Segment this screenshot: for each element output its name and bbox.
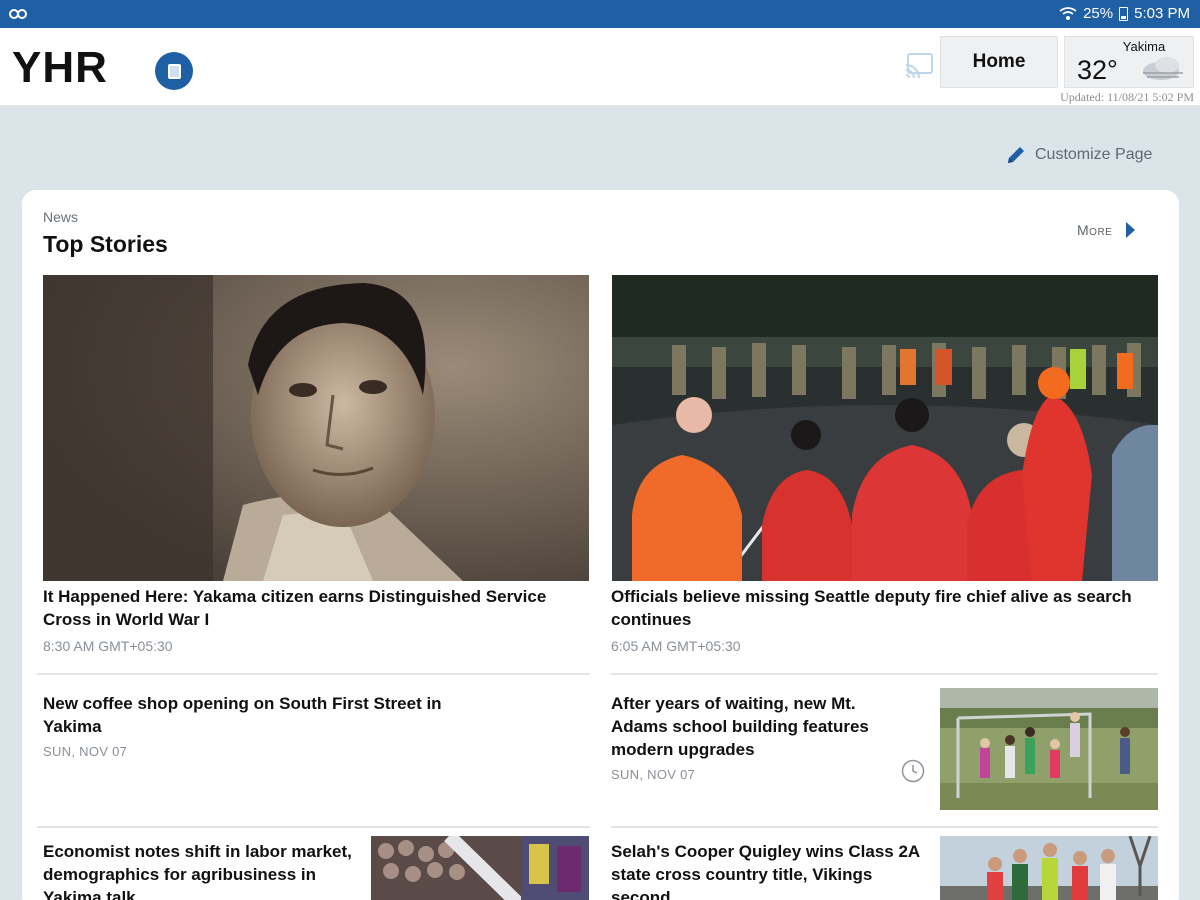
notification-icon [8, 6, 28, 26]
story-title[interactable]: After years of waiting, new Mt. Adams sc… [611, 692, 911, 761]
top-stories-card: News Top Stories More It Happened Here: … [22, 190, 1179, 900]
story-title[interactable]: It Happened Here: Yakama citizen earns D… [43, 585, 593, 631]
divider [37, 673, 590, 675]
story-item[interactable]: Officials believe missing Seattle deputy… [611, 585, 1141, 654]
weather-updated: Updated: 11/08/21 5:02 PM [1060, 90, 1194, 104]
more-link[interactable]: More [1077, 222, 1136, 238]
status-bar: 25% 5:03 PM [0, 0, 1200, 28]
story-item[interactable]: Economist notes shift in labor market, d… [43, 840, 353, 900]
logo[interactable]: YHR [12, 46, 108, 90]
cloudy-weather-icon [1143, 57, 1183, 80]
story-image[interactable] [940, 836, 1158, 900]
divider [611, 826, 1158, 828]
section-title: Top Stories [43, 231, 168, 257]
wifi-icon [1059, 6, 1077, 20]
story-item[interactable]: It Happened Here: Yakama citizen earns D… [43, 585, 593, 654]
story-image[interactable] [612, 275, 1158, 581]
chevron-right-icon [1126, 222, 1136, 238]
story-image[interactable] [43, 275, 589, 581]
story-item[interactable]: Selah's Cooper Quigley wins Class 2A sta… [611, 840, 921, 900]
story-title[interactable]: Officials believe missing Seattle deputy… [611, 585, 1141, 631]
story-item[interactable]: New coffee shop opening on South First S… [43, 692, 503, 759]
story-title[interactable]: New coffee shop opening on South First S… [43, 692, 503, 738]
story-item[interactable]: After years of waiting, new Mt. Adams sc… [611, 692, 911, 782]
cast-icon[interactable] [904, 52, 934, 78]
home-button[interactable]: Home [940, 36, 1058, 88]
divider [37, 826, 590, 828]
pencil-icon [1008, 147, 1024, 163]
section-kicker: News [43, 209, 79, 225]
story-time: 6:05 AM GMT+05:30 [611, 638, 741, 654]
clock-time: 5:03 PM [1134, 5, 1190, 22]
story-date: SUN, NOV 07 [611, 767, 696, 782]
story-image[interactable] [371, 836, 589, 900]
app-header: YHR Home Yakima 32° Updated: 11/08/21 5:… [0, 28, 1200, 106]
story-image[interactable] [940, 688, 1158, 810]
customize-page-button[interactable]: Customize Page [1005, 144, 1152, 166]
customize-label: Customize Page [1035, 146, 1153, 163]
story-time: 8:30 AM GMT+05:30 [43, 638, 173, 654]
story-title[interactable]: Economist notes shift in labor market, d… [43, 840, 353, 900]
weather-temp: 32° [1077, 55, 1118, 85]
battery-icon [1119, 6, 1129, 21]
logo-badge-icon [155, 52, 193, 90]
divider [611, 673, 1158, 675]
clock-icon [901, 759, 925, 783]
story-title[interactable]: Selah's Cooper Quigley wins Class 2A sta… [611, 840, 921, 900]
weather-widget[interactable]: Yakima 32° [1064, 36, 1194, 88]
story-date: SUN, NOV 07 [43, 744, 128, 759]
more-label: More [1077, 222, 1113, 238]
battery-percent: 25% [1083, 5, 1114, 22]
